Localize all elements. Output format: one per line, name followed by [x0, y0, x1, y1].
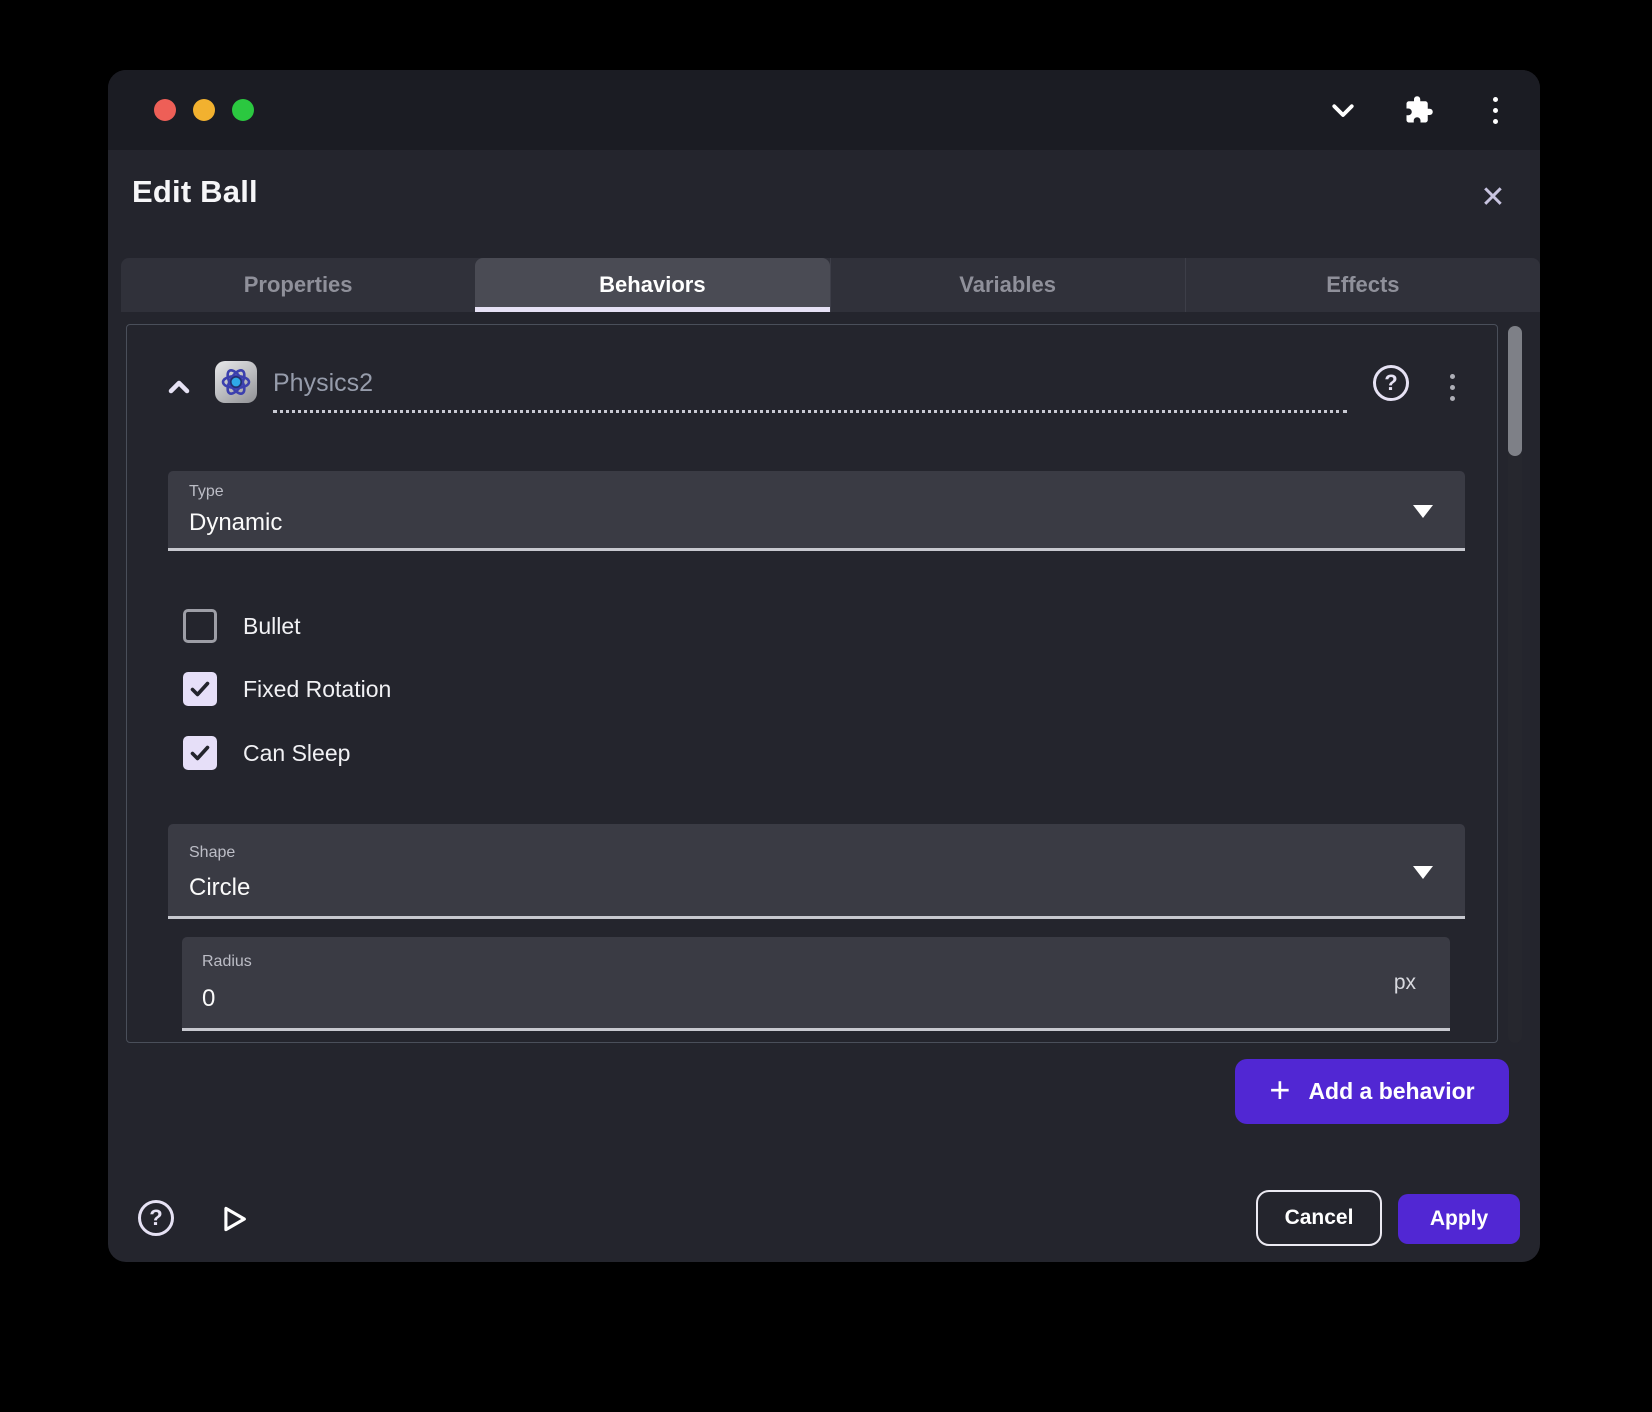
page-title: Edit Ball: [132, 174, 258, 210]
edit-object-dialog: Edit Ball ✕ PropertiesBehaviorsVariables…: [108, 70, 1540, 1262]
behavior-header: Physics2 ?: [127, 355, 1497, 419]
scrollbar-track[interactable]: [1508, 324, 1522, 1043]
behavior-help-icon[interactable]: ?: [1373, 365, 1409, 401]
checkbox-checked-icon[interactable]: [183, 672, 217, 706]
behavior-name: Physics2: [273, 369, 373, 397]
window-titlebar: [108, 70, 1540, 150]
checkbox-checked-icon[interactable]: [183, 736, 217, 770]
close-traffic-light[interactable]: [154, 99, 176, 121]
checkbox-label: Can Sleep: [243, 740, 350, 767]
checkbox[interactable]: [183, 609, 217, 643]
radius-input[interactable]: Radius 0 px: [182, 937, 1450, 1031]
play-preview-icon[interactable]: [214, 1200, 252, 1238]
scrollbar-thumb[interactable]: [1508, 326, 1522, 456]
dropdown-caret-icon: [1413, 866, 1433, 879]
shape-select[interactable]: Shape Circle: [168, 824, 1465, 919]
type-label: Type: [189, 483, 224, 501]
checkbox-row-can-sleep[interactable]: Can Sleep: [183, 735, 350, 771]
radius-label: Radius: [202, 953, 252, 971]
radius-unit: px: [1394, 971, 1416, 995]
chevron-down-icon[interactable]: [1328, 95, 1358, 125]
collapse-chevron-up-icon[interactable]: [161, 369, 197, 405]
tab-effects[interactable]: Effects: [1185, 258, 1540, 312]
tab-properties[interactable]: Properties: [121, 258, 475, 312]
atom-physics-icon: [215, 361, 257, 403]
help-icon[interactable]: ?: [138, 1200, 174, 1236]
close-icon[interactable]: ✕: [1470, 174, 1516, 220]
add-behavior-button[interactable]: + Add a behavior: [1235, 1059, 1509, 1124]
type-value: Dynamic: [189, 509, 282, 537]
shape-label: Shape: [189, 844, 235, 862]
checkbox-label: Bullet: [243, 613, 301, 640]
extension-puzzle-icon[interactable]: [1404, 95, 1434, 125]
checkbox-row-bullet[interactable]: Bullet: [183, 608, 301, 644]
behavior-name-field[interactable]: Physics2: [273, 357, 1347, 413]
behavior-options-kebab-icon[interactable]: [1437, 369, 1467, 405]
radius-value: 0: [202, 985, 215, 1013]
shape-value: Circle: [189, 874, 250, 902]
plus-icon: +: [1269, 1072, 1290, 1108]
checkbox-label: Fixed Rotation: [243, 676, 391, 703]
cancel-button[interactable]: Cancel: [1256, 1190, 1382, 1246]
tab-variables[interactable]: Variables: [830, 258, 1185, 312]
zoom-traffic-light[interactable]: [232, 99, 254, 121]
apply-button[interactable]: Apply: [1398, 1194, 1520, 1244]
dropdown-caret-icon: [1413, 505, 1433, 518]
tab-behaviors[interactable]: Behaviors: [475, 258, 829, 312]
checkbox-row-fixed-rotation[interactable]: Fixed Rotation: [183, 671, 391, 707]
minimize-traffic-light[interactable]: [193, 99, 215, 121]
traffic-lights: [154, 99, 254, 121]
kebab-menu-icon[interactable]: [1480, 95, 1510, 125]
behaviors-panel: Physics2 ? Type Dynamic Bullet Fixed Rot…: [126, 324, 1498, 1043]
add-behavior-label: Add a behavior: [1308, 1078, 1474, 1105]
type-select[interactable]: Type Dynamic: [168, 471, 1465, 551]
tab-bar: PropertiesBehaviorsVariablesEffects: [121, 258, 1540, 312]
